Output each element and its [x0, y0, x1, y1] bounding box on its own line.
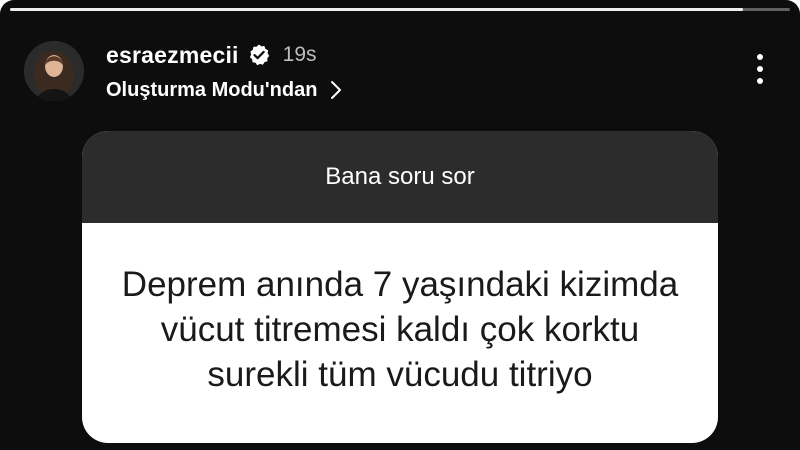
question-card-header: Bana soru sor	[82, 131, 718, 223]
chevron-right-icon	[329, 80, 343, 100]
question-card: Bana soru sor Deprem anında 7 yaşındaki …	[82, 131, 718, 443]
question-text: Deprem anında 7 yaşındaki kizimda vücut …	[121, 264, 679, 394]
more-options-icon[interactable]	[754, 52, 766, 86]
verified-badge-icon	[247, 43, 271, 67]
post-time: 19s	[282, 43, 317, 66]
question-card-title: Bana soru sor	[325, 163, 475, 190]
user-line: esraezmecii 19s	[106, 40, 317, 70]
story-screen: esraezmecii 19s Oluşturma Modu'ndan Bana…	[0, 0, 800, 450]
create-mode-link[interactable]: Oluşturma Modu'ndan	[106, 76, 343, 104]
profile-photo-icon	[24, 41, 84, 101]
username[interactable]: esraezmecii	[106, 42, 239, 69]
avatar[interactable]	[24, 41, 84, 101]
create-mode-label: Oluşturma Modu'ndan	[106, 78, 318, 101]
story-progress-bar	[10, 8, 790, 11]
question-card-body: Deprem anında 7 yaşındaki kizimda vücut …	[82, 223, 718, 443]
story-progress-fill	[10, 8, 744, 11]
